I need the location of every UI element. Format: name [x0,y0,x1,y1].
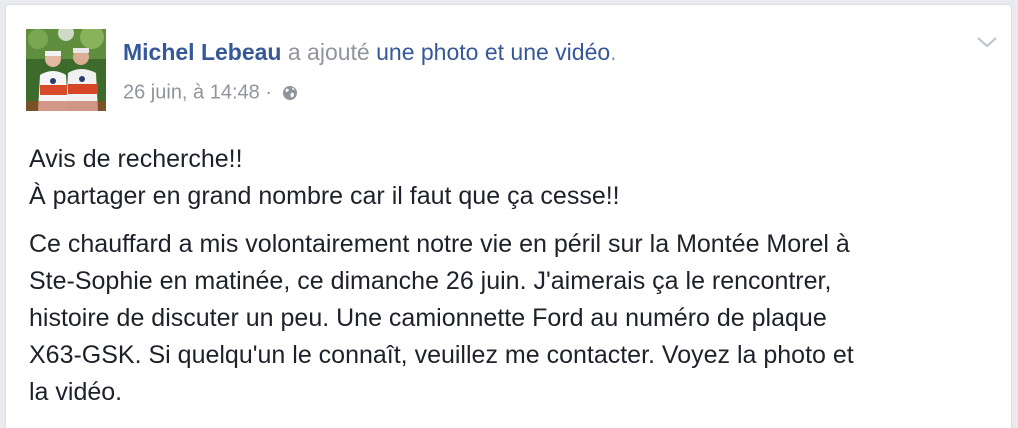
text-line: Ste-Sophie en matinée, ce dimanche 26 ju… [29,267,832,295]
avatar[interactable] [26,29,106,111]
meta-separator: · [265,81,273,104]
timestamp-link[interactable]: 26 juin, à 14:48 [123,82,260,104]
post-header: Michel Lebeau a ajouté une photo et une … [123,37,617,67]
post-card: Michel Lebeau a ajouté une photo et une … [5,4,1012,428]
chevron-down-icon[interactable] [976,35,998,49]
paragraph: Avis de recherche!! À partager en grand … [29,141,989,215]
text-line: Ce chauffard a mis volontairement notre … [29,230,850,258]
globe-icon[interactable] [282,85,298,101]
author-name-link[interactable]: Michel Lebeau [123,39,281,65]
action-text: a ajouté [287,39,370,65]
profile-photo-icon [26,29,106,111]
header-period: . [610,39,617,65]
attachment-link[interactable]: une photo et une vidéo [376,39,610,65]
text-line: la vidéo. [29,378,123,406]
text-line: X63-GSK. Si quelqu'un le connaît, veuill… [29,341,854,369]
paragraph: Ce chauffard a mis volontairement notre … [29,226,989,411]
post-meta: 26 juin, à 14:48 · [123,78,298,107]
post-message: Avis de recherche!! À partager en grand … [29,141,989,411]
text-line: Avis de recherche!! [29,145,243,173]
text-line: histoire de discuter un peu. Une camionn… [29,304,827,332]
text-line: À partager en grand nombre car il faut q… [29,182,620,210]
